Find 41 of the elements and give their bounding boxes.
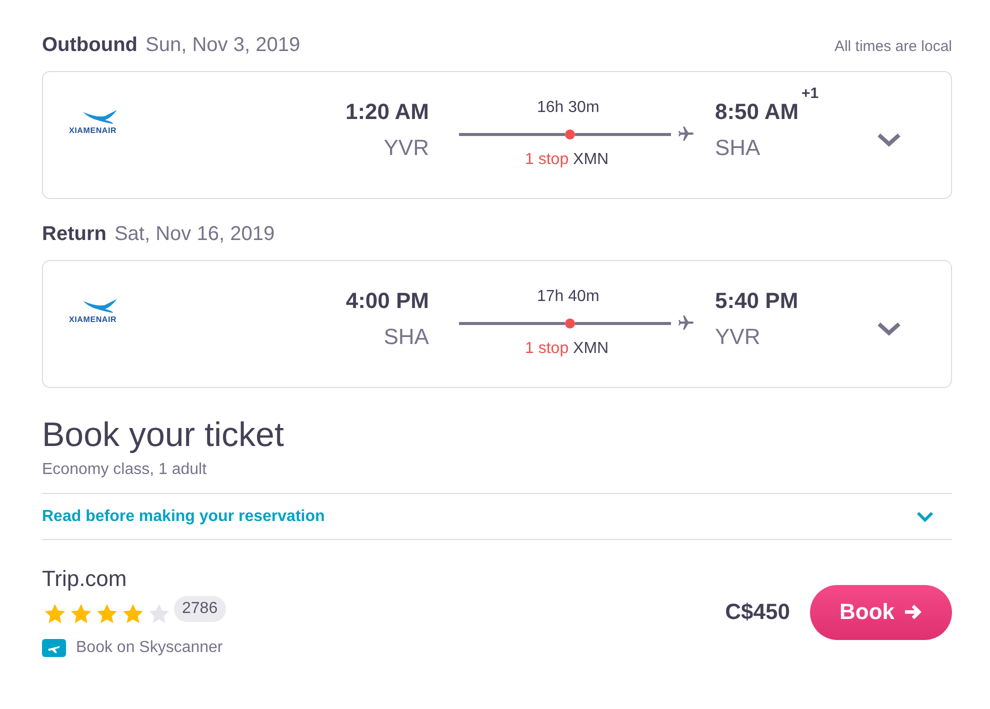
flight-duration: 17h 40m — [537, 288, 600, 306]
notice-link[interactable]: Read before making your reservation — [42, 508, 325, 526]
provider-name: Trip.com — [42, 566, 128, 592]
departure-airport: SHA — [384, 324, 429, 350]
route-line-icon — [459, 128, 671, 140]
arrival-time: 8:50 AM — [715, 99, 799, 125]
section-title: Book your ticket — [42, 416, 285, 455]
arrow-right-icon — [902, 603, 922, 621]
chevron-icon[interactable] — [916, 510, 934, 522]
bird-logo-icon — [83, 298, 117, 314]
stops-info: 1 stop XMN — [525, 150, 609, 168]
chevron-icon[interactable] — [877, 321, 901, 337]
arrival-airport: SHA — [715, 135, 760, 161]
chevron-icon[interactable] — [877, 132, 901, 148]
stops-info: 1 stop XMN — [525, 340, 609, 358]
arrival-time: 5:40 PM — [715, 288, 798, 314]
price: C$450 — [725, 599, 790, 625]
airline-logo-text: XIAMENAIR — [69, 314, 117, 324]
day-offset: +1 — [801, 85, 819, 102]
departure-time: 4:00 PM — [346, 288, 429, 314]
book-button[interactable]: Book — [810, 584, 952, 640]
times-note: All times are local — [834, 38, 952, 55]
airline-logo-text: XIAMENAIR — [69, 126, 117, 134]
ticket-icon — [42, 638, 66, 658]
fare-class: Economy class, 1 adult — [42, 461, 208, 479]
plane-icon — [677, 314, 695, 332]
departure-airport: YVR — [384, 135, 429, 161]
departure-time: 1:20 AM — [345, 99, 429, 125]
flight-card[interactable]: XIAMENAIR 4:00 PM SHA 17h 40m 1 stop XMN 5:40 PM YVR — [42, 260, 952, 388]
leg-date: Sat, Nov 16, 2019 — [114, 223, 275, 246]
arrival-airport: YVR — [715, 324, 760, 350]
route-line-icon — [459, 316, 671, 328]
plane-icon — [677, 124, 695, 142]
flight-duration: 16h 30m — [537, 98, 600, 116]
skyscanner-link[interactable]: Book on Skyscanner — [76, 639, 223, 657]
leg-date: Sun, Nov 3, 2019 — [146, 34, 300, 57]
review-count: 2786 — [174, 596, 226, 622]
bird-logo-icon — [83, 110, 117, 126]
leg-label: Return — [42, 223, 106, 246]
leg-label: Outbound — [42, 34, 138, 57]
flight-card[interactable]: XIAMENAIR 1:20 AM YVR 16h 30m 1 stop XMN 8:50 AM +1 SHA — [42, 71, 952, 199]
